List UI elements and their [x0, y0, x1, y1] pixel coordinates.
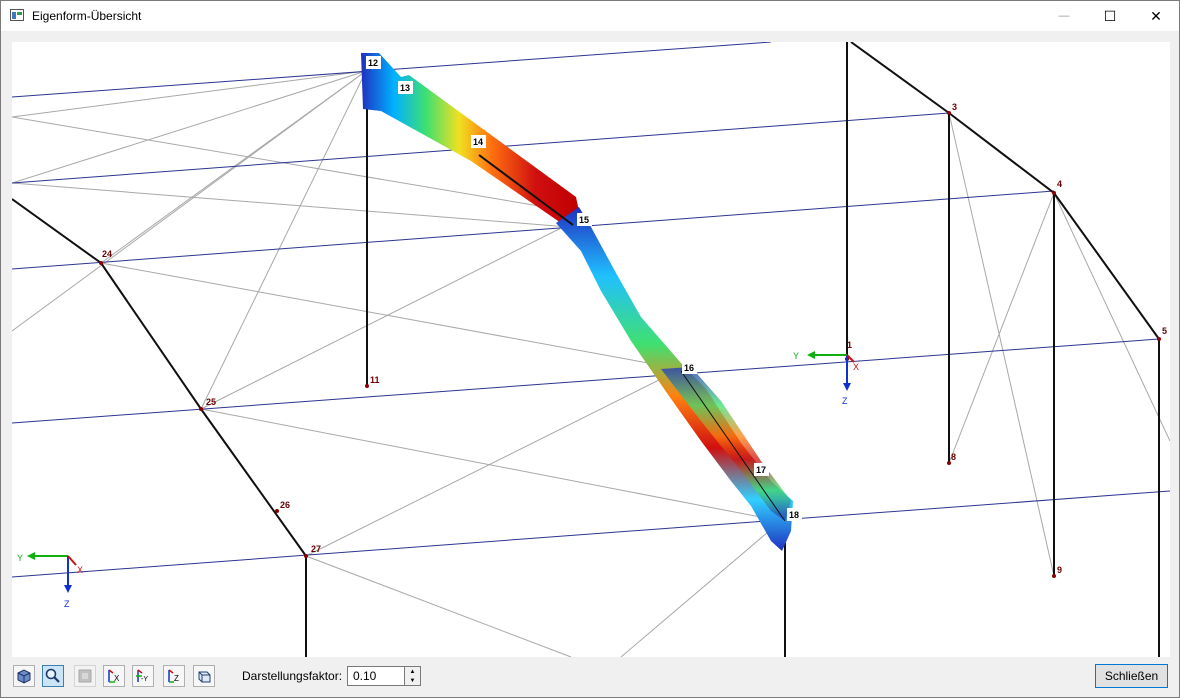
node-label-13: 13	[400, 83, 410, 93]
view-3d-button[interactable]	[13, 665, 35, 687]
title-bar[interactable]: Eigenform-Übersicht — ☐ ✕	[1, 1, 1179, 31]
view-z-button[interactable]: Z	[163, 665, 185, 687]
magnifier-icon	[45, 668, 60, 683]
render-button[interactable]	[74, 665, 96, 687]
corner-axis-label-x: X	[77, 565, 83, 575]
node-label-4: 4	[1057, 179, 1062, 189]
isometric-icon	[198, 671, 211, 683]
stepper-up-icon[interactable]: ▲	[405, 667, 420, 676]
model-viewport[interactable]: 1 3 4 5 8 9 11 24 25 26 27 12 13 14 15 1…	[12, 42, 1170, 657]
view-x-label: X	[114, 674, 120, 683]
node-label-14: 14	[473, 137, 483, 147]
isometric-button[interactable]	[193, 665, 215, 687]
axis-label-x: X	[853, 362, 859, 372]
axis-triad-corner: Y X Z	[17, 552, 83, 609]
view-minus-y-button[interactable]: -Y	[132, 665, 154, 687]
purlin-lines	[12, 42, 1170, 578]
node-label-24: 24	[102, 249, 112, 259]
frame-members	[12, 42, 1160, 657]
node-label-5: 5	[1162, 326, 1167, 336]
zoom-button[interactable]	[42, 665, 64, 687]
structure-graphic: 1 3 4 5 8 9 11 24 25 26 27 12 13 14 15 1…	[12, 42, 1170, 657]
eigenform-window: Eigenform-Übersicht — ☐ ✕ 1 3 4 5 8 9 11…	[0, 0, 1180, 698]
factor-input[interactable]	[347, 666, 405, 686]
axis-label-z: Z	[842, 396, 848, 406]
node-label-15: 15	[579, 215, 589, 225]
factor-stepper[interactable]: ▲ ▼	[405, 666, 421, 686]
maximize-icon: ☐	[1103, 7, 1117, 24]
node-label-18: 18	[789, 510, 799, 520]
node-label-12: 12	[368, 58, 378, 68]
minimize-button[interactable]: —	[1041, 1, 1087, 31]
factor-label: Darstellungsfaktor:	[242, 669, 343, 683]
node-label-1: 1	[847, 340, 852, 350]
close-window-button[interactable]: ✕	[1133, 1, 1179, 31]
close-dialog-button[interactable]: Schließen	[1095, 664, 1168, 688]
corner-axis-label-z: Z	[64, 599, 70, 609]
close-icon: ✕	[1150, 7, 1162, 24]
view-x-button[interactable]: X	[103, 665, 125, 687]
view-minus-y-icon: -Y	[136, 669, 148, 683]
app-icon	[10, 9, 24, 21]
node-label-26: 26	[280, 500, 290, 510]
node-label-3: 3	[952, 102, 957, 112]
bracing-lines	[12, 70, 1170, 657]
node-label-9: 9	[1057, 565, 1062, 575]
node-label-16: 16	[684, 363, 694, 373]
node-label-11: 11	[370, 375, 380, 385]
node-label-27: 27	[311, 544, 321, 554]
view-minus-y-label: -Y	[141, 676, 148, 683]
node-label-8: 8	[951, 452, 956, 462]
corner-axis-label-y: Y	[17, 553, 23, 563]
axis-label-y: Y	[793, 351, 799, 361]
view-x-icon: X	[108, 669, 120, 683]
cube-icon	[17, 669, 31, 684]
window-title: Eigenform-Übersicht	[32, 9, 142, 23]
maximize-button[interactable]: ☐	[1087, 1, 1133, 31]
axis-triad-main: Y X Z	[793, 351, 859, 406]
bottom-toolbar: X -Y Z Darstellungsfaktor: 0.10 ▲ ▼ Schl…	[1, 661, 1179, 697]
mode-shape	[361, 53, 793, 551]
view-z-label: Z	[174, 674, 179, 683]
node-label-25: 25	[206, 397, 216, 407]
view-z-icon: Z	[168, 669, 179, 683]
stepper-down-icon[interactable]: ▼	[405, 676, 420, 685]
minimize-icon: —	[1058, 10, 1070, 22]
node-label-17: 17	[756, 465, 766, 475]
render-icon	[78, 669, 92, 683]
